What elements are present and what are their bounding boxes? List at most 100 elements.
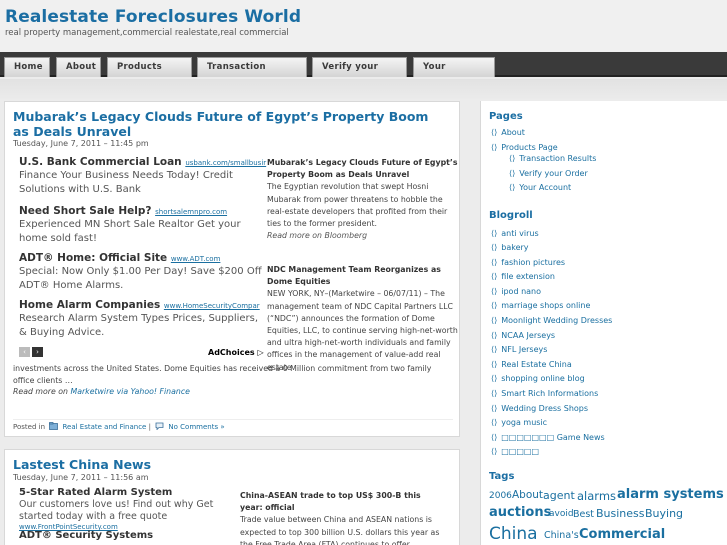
tag-link[interactable]: Business: [596, 507, 645, 520]
chevron-icon: ⟨⟩: [491, 447, 498, 456]
ad-headline[interactable]: ADT® Home: Official Site: [19, 252, 167, 264]
source-link[interactable]: Marketwire via Yahoo! Finance: [70, 387, 189, 396]
ad-headline[interactable]: 5-Star Rated Alarm System: [19, 487, 265, 498]
ad-text: Research Alarm System Types Prices, Supp…: [19, 313, 259, 338]
ad-headline[interactable]: ADT® Security Systems: [19, 530, 265, 541]
post-title[interactable]: Mubarak’s Legacy Clouds Future of Egypt’…: [13, 109, 433, 139]
category-link[interactable]: Real Estate and Finance: [62, 423, 146, 431]
tag-link[interactable]: alarm systems: [617, 487, 724, 502]
tag-link[interactable]: alarms: [577, 489, 616, 503]
sidebar-page-products[interactable]: ⟨⟩ Products Page: [491, 143, 558, 152]
header-divider: [0, 79, 727, 101]
ad-item[interactable]: U.S. Bank Commercial Loan usbank.com/sma…: [19, 156, 266, 196]
chevron-icon: ⟨⟩: [509, 154, 516, 163]
ad-url[interactable]: shortsalemnpro.com: [155, 208, 227, 216]
sidebar-page-transaction-results[interactable]: ⟨⟩ Transaction Results: [509, 154, 596, 163]
chevron-icon: ⟨⟩: [491, 418, 498, 427]
blogroll-link[interactable]: ⟨⟩ ipod nano: [491, 287, 541, 296]
news-title[interactable]: NDC Management Team Reorganizes as Dome …: [267, 264, 459, 288]
ad-item[interactable]: 5-Star Rated Alarm System Our customers …: [19, 487, 265, 531]
blogroll-link[interactable]: ⟨⟩ NFL Jerseys: [491, 345, 547, 354]
site-title[interactable]: Realestate Foreclosures World: [5, 7, 301, 27]
blogroll-link[interactable]: ⟨⟩ □□□□□: [491, 447, 539, 456]
blogroll-link[interactable]: ⟨⟩ file extension: [491, 272, 555, 281]
pages-heading: Pages: [489, 111, 523, 122]
blogroll-link[interactable]: ⟨⟩ Real Estate China: [491, 360, 572, 369]
meta-separator: |: [148, 423, 151, 431]
tag-link[interactable]: Buying: [645, 507, 683, 520]
ad-url[interactable]: usbank.com/smallbusir: [185, 159, 266, 167]
site-header: Realestate Foreclosures World real prope…: [0, 0, 727, 52]
blogroll-link[interactable]: ⟨⟩ shopping online blog: [491, 374, 585, 383]
ad-item[interactable]: Need Short Sale Help? shortsalemnpro.com…: [19, 205, 265, 245]
sidebar: Pages ⟨⟩ About ⟨⟩ Products Page ⟨⟩ Transact…: [480, 101, 727, 545]
ad-headline[interactable]: Need Short Sale Help?: [19, 205, 151, 217]
nav-home[interactable]: Home: [4, 57, 50, 77]
nav-verify-order[interactable]: Verify your Order: [312, 57, 407, 91]
source-link[interactable]: Bloomberg: [324, 231, 367, 240]
folder-icon: [49, 422, 59, 430]
chevron-icon: ⟨⟩: [491, 345, 498, 354]
tag-link[interactable]: Best: [573, 509, 594, 520]
nav-transaction-results[interactable]: Transaction Results: [197, 57, 307, 91]
blogroll-link[interactable]: ⟨⟩ anti virus: [491, 229, 539, 238]
tag-link[interactable]: China: [489, 524, 538, 544]
ad-item[interactable]: ADT® Security Systems: [19, 530, 265, 541]
sidebar-page-verify-order[interactable]: ⟨⟩ Verify your Order: [509, 169, 588, 178]
news-continued: investments across the United States. Do…: [13, 363, 453, 398]
ad-url[interactable]: www.ADT.com: [171, 255, 221, 263]
news-excerpt-1: Mubarak’s Legacy Clouds Future of Egypt’…: [267, 157, 459, 242]
ad-next-arrow-icon[interactable]: ›: [32, 347, 43, 357]
ad-headline[interactable]: Home Alarm Companies: [19, 299, 160, 311]
post-title[interactable]: Lastest China News: [13, 457, 433, 472]
post-mubarak: Mubarak’s Legacy Clouds Future of Egypt’…: [4, 101, 460, 437]
chevron-icon: ⟨⟩: [491, 128, 498, 137]
blogroll-link[interactable]: ⟨⟩ NCAA Jerseys: [491, 331, 555, 340]
news-title[interactable]: China-ASEAN trade to top US$ 300-B this …: [240, 490, 440, 514]
comments-link[interactable]: No Comments »: [168, 423, 224, 431]
sidebar-page-about[interactable]: ⟨⟩ About: [491, 128, 525, 137]
blogroll-link[interactable]: ⟨⟩ Smart Rich Informations: [491, 389, 598, 398]
main-navigation: Home About Products Page Transaction Res…: [0, 52, 727, 91]
read-more-label: Read more on: [13, 387, 68, 396]
chevron-icon: ⟨⟩: [491, 143, 498, 152]
ad-item[interactable]: Home Alarm Companies www.HomeSecurityCom…: [19, 299, 265, 339]
blogroll-link[interactable]: ⟨⟩ fashion pictures: [491, 258, 565, 267]
ad-item[interactable]: ADT® Home: Official Site www.ADT.com Spe…: [19, 252, 265, 292]
ad-prev-arrow-icon[interactable]: ‹: [19, 347, 30, 357]
tag-link[interactable]: avoid: [549, 509, 574, 519]
tag-link[interactable]: About: [512, 489, 543, 501]
nav-your-account[interactable]: Your Account: [413, 57, 495, 91]
tag-link[interactable]: Commercial: [579, 527, 665, 542]
tag-link[interactable]: China's: [544, 530, 579, 541]
sidebar-page-your-account[interactable]: ⟨⟩ Your Account: [509, 183, 571, 192]
ad-text: Experienced MN Short Sale Realtor Get yo…: [19, 219, 241, 244]
blogroll-link[interactable]: ⟨⟩ Moonlight Wedding Dresses: [491, 316, 612, 325]
ad-text: Finance Your Business Needs Today! Credi…: [19, 170, 233, 195]
ad-headline[interactable]: U.S. Bank Commercial Loan: [19, 156, 182, 168]
ad-url[interactable]: www.HomeSecurityCompar: [164, 302, 260, 310]
news-body: NEW YORK, NY–(Marketwire – 06/07/11) – T…: [267, 289, 458, 372]
blogroll-link[interactable]: ⟨⟩ Wedding Dress Shops: [491, 404, 588, 413]
blogroll-link[interactable]: ⟨⟩ □□□□□□□ Game News: [491, 433, 605, 442]
blogroll-heading: Blogroll: [489, 210, 533, 221]
post-date: Tuesday, June 7, 2011 – 11:56 am: [13, 473, 149, 482]
tag-link[interactable]: 2006: [489, 491, 512, 501]
tag-link[interactable]: auctions: [489, 505, 551, 520]
blogroll-link[interactable]: ⟨⟩ bakery: [491, 243, 529, 252]
comment-icon: [155, 422, 164, 430]
news-excerpt-2: NDC Management Team Reorganizes as Dome …: [267, 264, 459, 374]
news-title[interactable]: Mubarak’s Legacy Clouds Future of Egypt’…: [267, 157, 459, 181]
news-body-continued: investments across the United States. Do…: [13, 364, 432, 385]
chevron-icon: ⟨⟩: [509, 183, 516, 192]
chevron-icon: ⟨⟩: [491, 258, 498, 267]
nav-products-page[interactable]: Products Page: [107, 57, 192, 91]
adchoices-label[interactable]: AdChoices ▷: [208, 348, 264, 357]
nav-about[interactable]: About: [56, 57, 101, 77]
news-body: Trade value between China and ASEAN nati…: [240, 515, 440, 545]
chevron-icon: ⟨⟩: [491, 272, 498, 281]
chevron-icon: ⟨⟩: [491, 433, 498, 442]
tag-link[interactable]: agent: [543, 489, 575, 502]
blogroll-link[interactable]: ⟨⟩ marriage shops online: [491, 301, 590, 310]
blogroll-link[interactable]: ⟨⟩ yoga music: [491, 418, 547, 427]
